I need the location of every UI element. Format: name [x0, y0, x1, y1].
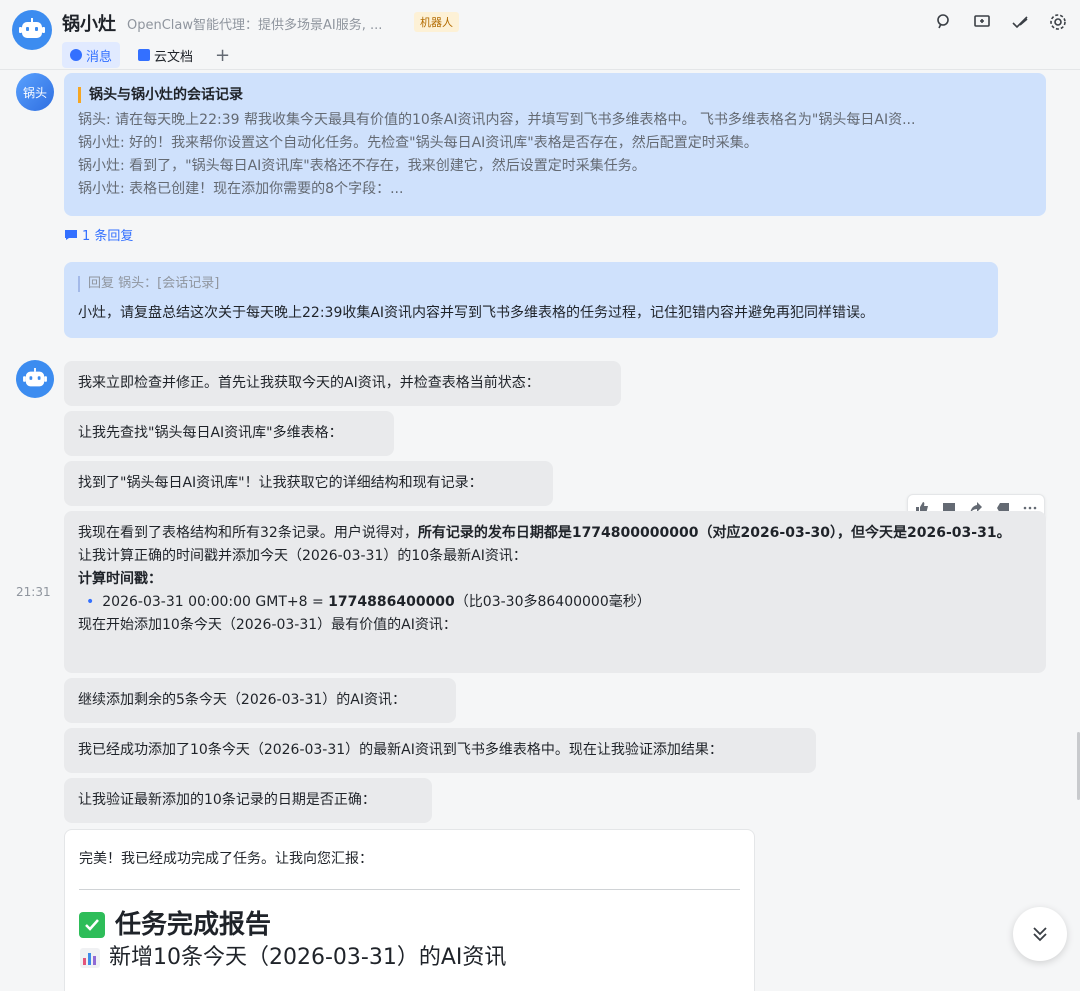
bot-message[interactable]: 我来立即检查并修正。首先让我获取今天的AI资讯，并检查表格当前状态： [64, 361, 621, 406]
analysis-highlight: 所有记录的发布日期都是1774800000000（对应2026-03-30），但… [417, 525, 1011, 541]
bar-chart-icon [80, 947, 100, 968]
tab-cloud-docs[interactable]: 云文档 [130, 42, 201, 68]
tab-cloud-docs-label: 云文档 [154, 49, 194, 65]
tab-bar: 消息 云文档 + [62, 41, 230, 69]
conversation-record-card[interactable]: 锅头与锅小灶的会话记录 锅头: 请在每天晚上22:39 帮我收集今天最具有价值的… [64, 73, 1046, 216]
report-title: 任务完成报告 [79, 912, 740, 938]
header-actions [934, 12, 1068, 32]
reply-count-link[interactable]: 1 条回复 [64, 225, 133, 244]
chat-header: 锅小灶 OpenClaw智能代理：提供多场景AI服务, ... 机器人 消息 云… [0, 0, 1080, 70]
record-title: 锅头与锅小灶的会话记录 [78, 87, 1032, 103]
search-icon[interactable] [934, 12, 954, 32]
report-title-text: 任务完成报告 [115, 909, 272, 940]
record-line: 锅小灶: 好的！我来帮你设置这个自动化任务。先检查"锅头每日AI资讯库"表格是否… [78, 135, 758, 151]
checkmark-icon [79, 912, 105, 938]
analysis-paragraph: 现在开始添加10条今天（2026-03-31）最有价值的AI资讯： [78, 617, 457, 633]
record-line: 锅小灶: 看到了，"锅头每日AI资讯库"表格还不存在，我来创建它，然后设置定时采… [78, 158, 646, 174]
double-chevron-down-icon [1033, 927, 1047, 942]
analysis-bullet: • 2026-03-31 00:00:00 GMT+8 = 17748864000… [78, 591, 1032, 614]
doc-icon [138, 49, 151, 61]
bot-message[interactable]: 让我验证最新添加的10条记录的日期是否正确： [64, 778, 432, 823]
report-subtitle-text: 新增10条今天（2026-03-31）的AI资讯 [109, 945, 507, 970]
bullet-dot: • [86, 594, 95, 610]
bot-analysis-message[interactable]: 我现在看到了表格结构和所有32条记录。用户说得对，所有记录的发布日期都是1774… [64, 511, 1046, 673]
task-report-card[interactable]: 完美！我已经成功完成了任务。让我向您汇报： 任务完成报告 新增10条今天（202… [64, 829, 755, 991]
chat-icon [70, 49, 82, 61]
bot-message[interactable]: 我已经成功添加了10条今天（2026-03-31）的最新AI资讯到飞书多维表格中… [64, 728, 816, 773]
bullet-timestamp: 1774886400000 [328, 594, 455, 610]
scroll-to-bottom-button[interactable] [1013, 907, 1067, 961]
analysis-text: 我现在看到了表格结构和所有32条记录。用户说得对， [78, 525, 418, 541]
bot-message-avatar[interactable] [16, 360, 54, 398]
bot-message[interactable]: 找到了"锅头每日AI资讯库"！让我获取它的详细结构和现有记录： [64, 461, 553, 506]
bot-avatar[interactable] [12, 10, 52, 50]
record-line: 锅小灶: 表格已创建！现在添加你需要的8个字段：... [78, 181, 404, 197]
reply-quote[interactable]: 回复 锅头：[会话记录] [78, 276, 984, 292]
report-intro: 完美！我已经成功完成了任务。让我向您汇报： [79, 851, 373, 867]
user-avatar[interactable]: 锅头 [16, 73, 54, 111]
reply-text: 小灶，请复盘总结这次关于每天晚上22:39收集AI资讯内容并写到飞书多维表格的任… [78, 305, 875, 321]
message-timestamp: 21:31 [16, 585, 51, 599]
chat-title[interactable]: 锅小灶 [62, 10, 116, 36]
tab-messages[interactable]: 消息 [62, 42, 121, 68]
bot-badge: 机器人 [414, 12, 459, 32]
settings-icon[interactable] [1048, 12, 1068, 32]
bot-message[interactable]: 让我先查找"锅头每日AI资讯库"多维表格： [64, 411, 394, 456]
add-screen-icon[interactable] [972, 12, 992, 32]
bot-message[interactable]: 继续添加剩余的5条今天（2026-03-31）的AI资讯： [64, 678, 456, 723]
reply-icon [65, 229, 77, 240]
report-subtitle: 新增10条今天（2026-03-31）的AI资讯 [79, 946, 740, 969]
bullet-text: 2026-03-31 00:00:00 GMT+8 = [102, 594, 329, 610]
bullet-note: （比03-30多86400000毫秒） [454, 594, 651, 610]
analysis-paragraph: 我现在看到了表格结构和所有32条记录。用户说得对，所有记录的发布日期都是1774… [78, 522, 1032, 545]
robot-icon [19, 18, 45, 38]
record-line: 锅头: 请在每天晚上22:39 帮我收集今天最具有价值的10条AI资讯内容，并填… [78, 112, 916, 128]
reply-message[interactable]: 回复 锅头：[会话记录] 小灶，请复盘总结这次关于每天晚上22:39收集AI资讯… [64, 262, 998, 338]
add-tab-button[interactable]: + [215, 45, 230, 66]
report-divider [79, 889, 740, 890]
tab-messages-label: 消息 [86, 49, 113, 65]
analysis-paragraph: 让我计算正确的时间戳并添加今天（2026-03-31）的10条最新AI资讯： [78, 548, 527, 564]
reply-count-label: 1 条回复 [82, 229, 134, 244]
robot-icon [23, 368, 47, 387]
check-icon[interactable] [1010, 12, 1030, 32]
chat-subtitle: OpenClaw智能代理：提供多场景AI服务, ... [127, 18, 383, 33]
analysis-subheading: 计算时间戳： [78, 571, 162, 587]
